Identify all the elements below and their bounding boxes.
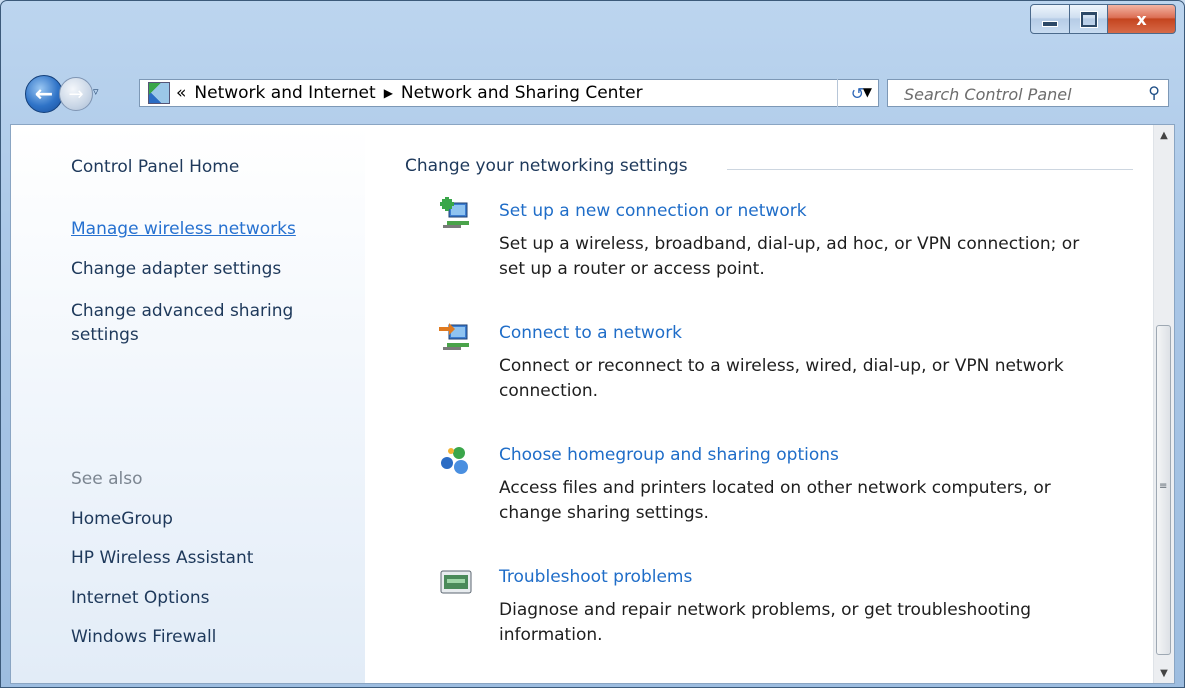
search-icon[interactable]: ⚲	[1148, 83, 1160, 102]
back-button[interactable]: ←	[25, 75, 63, 113]
set-up-connection-link[interactable]: Set up a new connection or network	[499, 201, 807, 221]
homegroup-icon	[441, 447, 468, 474]
homegroup-link[interactable]: HomeGroup	[71, 509, 173, 529]
vertical-scrollbar[interactable]: ▲ ≡ ▼	[1153, 125, 1174, 683]
troubleshoot-problems-link[interactable]: Troubleshoot problems	[499, 567, 692, 587]
change-adapter-settings-link[interactable]: Change adapter settings	[71, 259, 281, 279]
close-button[interactable]: x	[1108, 4, 1176, 34]
scrollbar-thumb[interactable]: ≡	[1156, 325, 1171, 655]
section-heading: Change your networking settings	[405, 156, 688, 176]
window-controls: x	[1030, 4, 1176, 34]
homegroup-sharing-options-link[interactable]: Choose homegroup and sharing options	[499, 445, 839, 465]
connect-network-icon	[439, 323, 469, 350]
refresh-icon: ↺	[850, 83, 865, 103]
scroll-down-icon[interactable]: ▼	[1154, 663, 1174, 683]
breadcrumb-overflow[interactable]: «	[176, 83, 186, 103]
troubleshoot-problems-description: Diagnose and repair network problems, or…	[499, 600, 1032, 645]
set-up-connection-description: Set up a wireless, broadband, dial-up, a…	[499, 234, 1080, 279]
homegroup-sharing-options-description: Access files and printers located on oth…	[499, 478, 1051, 523]
hp-wireless-assistant-link[interactable]: HP Wireless Assistant	[71, 548, 253, 568]
connect-to-network-link[interactable]: Connect to a network	[499, 323, 682, 343]
maximize-button[interactable]	[1070, 4, 1108, 34]
control-panel-window: x ← → ▿ « Network and Internet ▶ Network…	[0, 0, 1185, 688]
minimize-button[interactable]	[1030, 4, 1070, 34]
title-bar: x	[1, 1, 1184, 63]
control-panel-icon	[148, 82, 170, 104]
windows-firewall-link[interactable]: Windows Firewall	[71, 627, 216, 647]
internet-options-link[interactable]: Internet Options	[71, 588, 210, 608]
connect-to-network-description: Connect or reconnect to a wireless, wire…	[499, 356, 1064, 401]
task-pane: Control Panel Home Manage wireless netwo…	[11, 125, 365, 683]
section-divider	[727, 169, 1133, 170]
minimize-icon	[1042, 21, 1058, 27]
maximize-icon	[1080, 11, 1097, 27]
forward-arrow-icon: →	[68, 83, 84, 105]
control-panel-home-link[interactable]: Control Panel Home	[71, 157, 239, 177]
forward-button[interactable]: →	[59, 77, 93, 111]
chevron-down-icon: ▿	[93, 85, 99, 98]
scrollbar-grip-icon: ≡	[1159, 481, 1168, 492]
breadcrumb-network-and-internet[interactable]: Network and Internet	[194, 83, 375, 103]
address-bar[interactable]: « Network and Internet ▶ Network and Sha…	[139, 79, 879, 107]
breadcrumb-network-and-sharing-center[interactable]: Network and Sharing Center	[401, 83, 643, 103]
see-also-heading: See also	[71, 469, 143, 489]
content-area: Control Panel Home Manage wireless netwo…	[10, 124, 1175, 684]
scroll-up-icon[interactable]: ▲	[1154, 125, 1174, 145]
change-advanced-sharing-settings-link[interactable]: Change advanced sharing settings	[71, 299, 293, 347]
search-box[interactable]: ⚲	[887, 79, 1169, 107]
manage-wireless-networks-link[interactable]: Manage wireless networks	[71, 219, 296, 239]
navigation-bar: ← → ▿ « Network and Internet ▶ Network a…	[1, 66, 1184, 120]
refresh-button[interactable]: ↺	[837, 79, 877, 107]
close-icon: x	[1136, 9, 1147, 29]
recent-pages-dropdown[interactable]: ▿	[93, 85, 99, 98]
back-arrow-icon: ←	[34, 81, 54, 107]
troubleshoot-icon	[440, 570, 472, 594]
new-connection-icon	[440, 197, 469, 228]
breadcrumb-separator-icon[interactable]: ▶	[384, 86, 393, 100]
search-input[interactable]	[902, 81, 1136, 107]
